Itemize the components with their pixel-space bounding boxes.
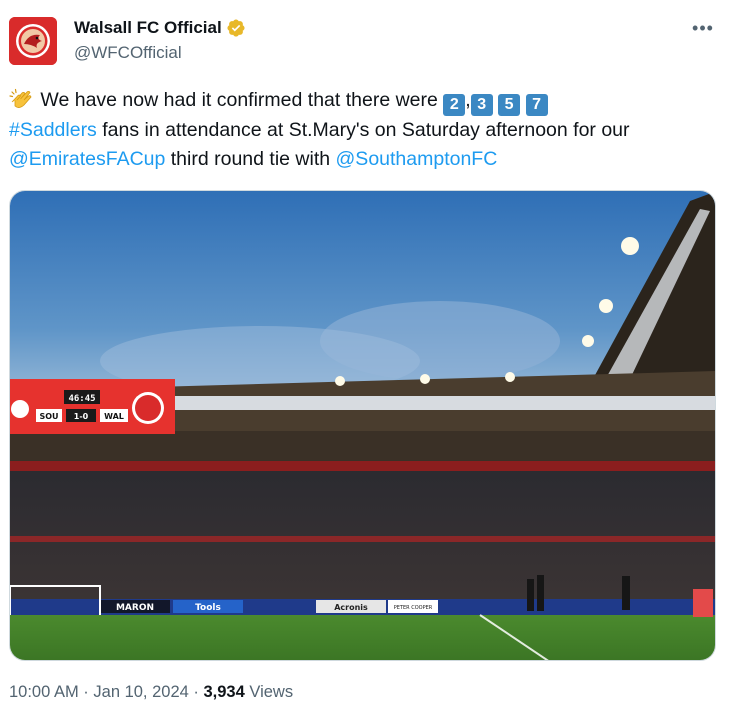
tweet-text-part-1: We have now had it confirmed that there …: [35, 89, 444, 111]
digit-keycap: 3: [470, 94, 493, 116]
avatar[interactable]: [9, 17, 57, 65]
mention-link[interactable]: @SouthamptonFC: [336, 148, 498, 170]
board-text: PETER COOPER: [394, 605, 433, 611]
scoreboard-away: WAL: [104, 412, 124, 421]
scoreboard-score: 1-0: [74, 412, 89, 421]
tweet-time[interactable]: 10:00 AM: [9, 683, 79, 701]
board-text: Tools: [195, 603, 221, 613]
scoreboard-clock: 46:45: [68, 394, 95, 404]
tweet-text-part-3: third round tie with: [165, 148, 336, 170]
tweet-meta: 10:00 AM · Jan 10, 2024 · 3,934 Views: [9, 683, 293, 702]
hashtag-link[interactable]: #Saddlers: [9, 119, 97, 141]
views-label: Views: [244, 683, 294, 701]
tweet-photo[interactable]: 46:45 SOU 1-0 WAL MARON Tools Acronis PE…: [9, 190, 716, 661]
tweet-text-part-2: fans in attendance at St.Mary's on Satur…: [96, 119, 630, 141]
digit-keycap: 7: [525, 94, 548, 116]
handle[interactable]: @WFCOfficial: [74, 43, 182, 63]
verified-badge-icon: [226, 18, 246, 38]
tweet-text: We have now had it confirmed that there …: [9, 86, 729, 174]
separator: ·: [78, 683, 94, 701]
more-options-icon[interactable]: •••: [691, 16, 715, 40]
digit-keycap: 5: [498, 94, 521, 116]
separator: ·: [188, 683, 204, 701]
tweet: Walsall FC Official @WFCOfficial ••• We …: [0, 0, 753, 724]
board-text: MARON: [116, 603, 154, 613]
display-name[interactable]: Walsall FC Official: [74, 18, 222, 38]
stadium-photo: 46:45 SOU 1-0 WAL MARON Tools Acronis PE…: [10, 191, 715, 660]
comma: ,: [465, 89, 471, 111]
clapping-hands-icon: [9, 88, 35, 110]
tweet-date[interactable]: Jan 10, 2024: [93, 683, 188, 701]
views-count: 3,934: [203, 683, 245, 701]
digit-keycap: 2: [443, 94, 466, 116]
board-text: Acronis: [334, 603, 368, 612]
scoreboard-home: SOU: [39, 412, 58, 421]
name-row: Walsall FC Official: [74, 18, 246, 38]
mention-link[interactable]: @EmiratesFACup: [9, 148, 165, 170]
walsall-crest-icon: [9, 17, 57, 65]
